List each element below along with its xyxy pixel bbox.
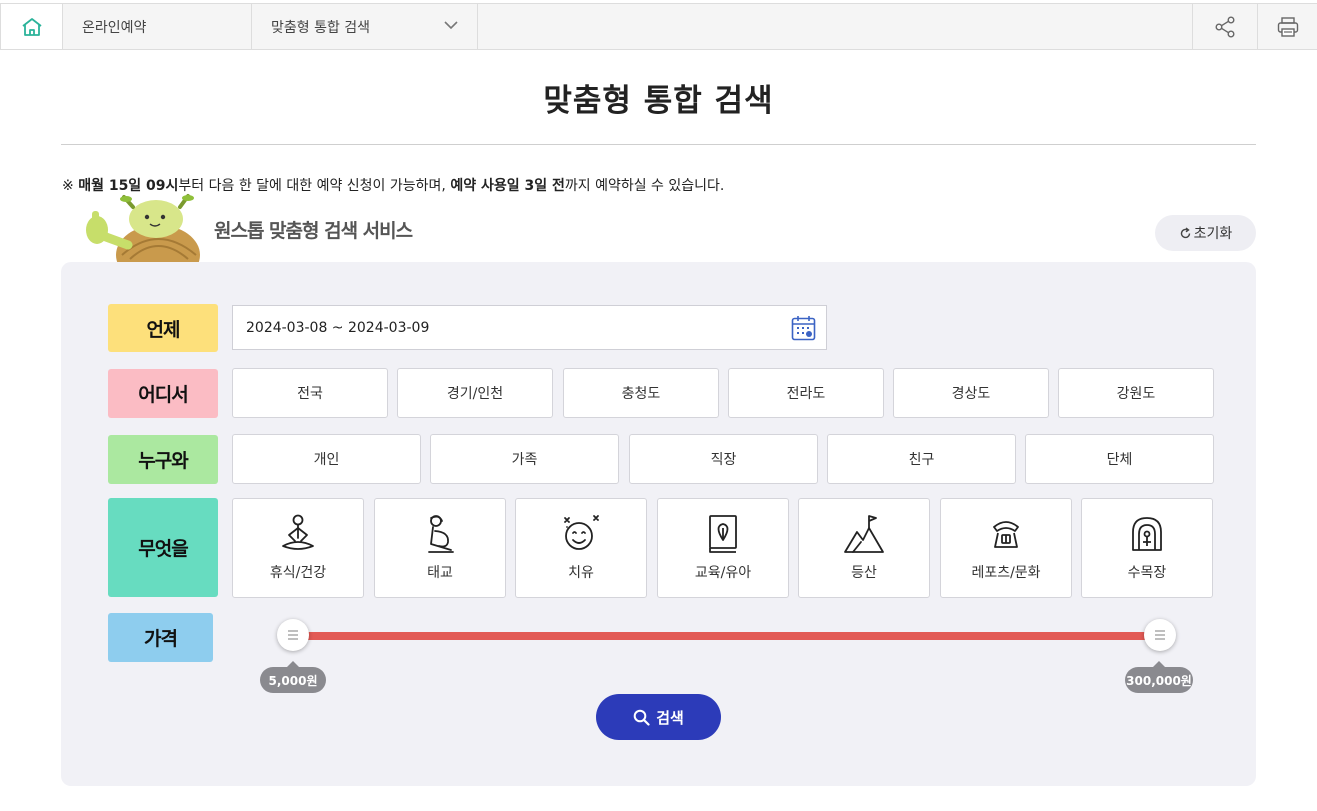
activity-label: 휴식/건강 bbox=[269, 565, 327, 581]
companion-option[interactable]: 친구 bbox=[827, 434, 1016, 484]
region-option[interactable]: 전라도 bbox=[728, 368, 884, 418]
breadcrumb-dropdown[interactable]: 맞춤형 통합 검색 bbox=[252, 4, 478, 49]
notice-bold-2: 예약 사용일 3일 전 bbox=[450, 178, 565, 194]
companion-option[interactable]: 가족 bbox=[430, 434, 619, 484]
search-label: 검색 bbox=[656, 708, 684, 727]
label-what: 무엇을 bbox=[108, 498, 218, 597]
region-option[interactable]: 충청도 bbox=[563, 368, 719, 418]
mountain-flag-icon bbox=[844, 515, 884, 553]
price-slider-max-handle[interactable] bbox=[1144, 619, 1176, 651]
home-button[interactable] bbox=[0, 4, 63, 49]
activity-option-rest[interactable]: 휴식/건강 bbox=[232, 498, 364, 598]
companion-option[interactable]: 개인 bbox=[232, 434, 421, 484]
label-where: 어디서 bbox=[108, 369, 218, 418]
activity-label: 치유 bbox=[568, 565, 594, 581]
share-icon bbox=[1215, 16, 1235, 37]
share-button[interactable] bbox=[1192, 4, 1257, 49]
notice-bold-1: 매월 15일 09시 bbox=[78, 178, 179, 194]
companion-option[interactable]: 단체 bbox=[1025, 434, 1214, 484]
reservation-notice: ※ 매월 15일 09시부터 다음 한 달에 대한 예약 신청이 가능하며, 예… bbox=[62, 175, 724, 195]
top-nav-bar: 온라인예약 맞춤형 통합 검색 bbox=[0, 3, 1317, 50]
service-title: 원스톱 맞춤형 검색 서비스 bbox=[214, 220, 413, 242]
label-when: 언제 bbox=[108, 304, 218, 352]
activity-option-prenatal[interactable]: 태교 bbox=[374, 498, 506, 598]
price-slider-min-handle[interactable] bbox=[277, 619, 309, 651]
activity-label: 등산 bbox=[851, 565, 877, 581]
activity-label: 수목장 bbox=[1127, 565, 1167, 581]
search-button[interactable]: 검색 bbox=[596, 694, 721, 740]
grip-icon bbox=[288, 630, 298, 640]
mascot-image bbox=[80, 193, 212, 263]
search-icon bbox=[633, 709, 650, 726]
activity-label: 교육/유아 bbox=[694, 565, 752, 581]
date-range-value: 2024-03-08 ~ 2024-03-09 bbox=[246, 319, 430, 336]
home-icon bbox=[21, 17, 42, 36]
leisure-icon bbox=[993, 521, 1019, 548]
region-option[interactable]: 경기/인천 bbox=[397, 368, 553, 418]
pregnant-icon bbox=[428, 515, 454, 553]
label-who: 누구와 bbox=[108, 435, 218, 484]
book-icon bbox=[709, 515, 737, 553]
activity-option-leisure[interactable]: 레포츠/문화 bbox=[940, 498, 1072, 598]
refresh-icon bbox=[1180, 226, 1190, 238]
activity-label: 태교 bbox=[427, 565, 453, 581]
notice-text-1: 부터 다음 한 달에 대한 예약 신청이 가능하며, bbox=[178, 178, 451, 194]
reset-button[interactable]: 초기화 bbox=[1155, 215, 1256, 251]
activity-label: 레포츠/문화 bbox=[971, 565, 1041, 581]
price-min-label: 5,000원 bbox=[260, 661, 326, 693]
price-slider-track[interactable] bbox=[293, 632, 1160, 640]
region-option[interactable]: 경상도 bbox=[893, 368, 1049, 418]
page-title: 맞춤형 통합 검색 bbox=[543, 83, 774, 119]
activity-option-education[interactable]: 교육/유아 bbox=[657, 498, 789, 598]
notice-prefix: ※ bbox=[62, 178, 79, 194]
date-range-input[interactable]: 2024-03-08 ~ 2024-03-09 bbox=[232, 305, 827, 350]
chevron-down-icon bbox=[444, 21, 458, 30]
tree-burial-icon bbox=[1132, 517, 1162, 551]
reset-label: 초기화 bbox=[1193, 226, 1233, 242]
meditation-icon bbox=[282, 514, 314, 550]
calendar-icon[interactable] bbox=[791, 315, 816, 341]
price-max-label: 300,000원 bbox=[1125, 661, 1193, 693]
notice-text-2: 까지 예약하실 수 있습니다. bbox=[564, 178, 725, 194]
region-option[interactable]: 강원도 bbox=[1058, 368, 1214, 418]
label-price: 가격 bbox=[108, 613, 213, 662]
region-option[interactable]: 전국 bbox=[232, 368, 388, 418]
breadcrumb-online-reservation[interactable]: 온라인예약 bbox=[63, 4, 252, 49]
print-button[interactable] bbox=[1257, 4, 1317, 49]
printer-icon bbox=[1277, 16, 1298, 37]
title-divider bbox=[61, 144, 1256, 145]
activity-option-hiking[interactable]: 등산 bbox=[798, 498, 930, 598]
activity-option-tree-burial[interactable]: 수목장 bbox=[1081, 498, 1213, 598]
companion-option[interactable]: 직장 bbox=[629, 434, 818, 484]
breadcrumb-label: 맞춤형 통합 검색 bbox=[271, 19, 371, 36]
activity-option-healing[interactable]: 치유 bbox=[515, 498, 647, 598]
breadcrumb-label: 온라인예약 bbox=[82, 19, 147, 36]
smile-icon bbox=[564, 515, 599, 550]
grip-icon bbox=[1155, 630, 1165, 640]
